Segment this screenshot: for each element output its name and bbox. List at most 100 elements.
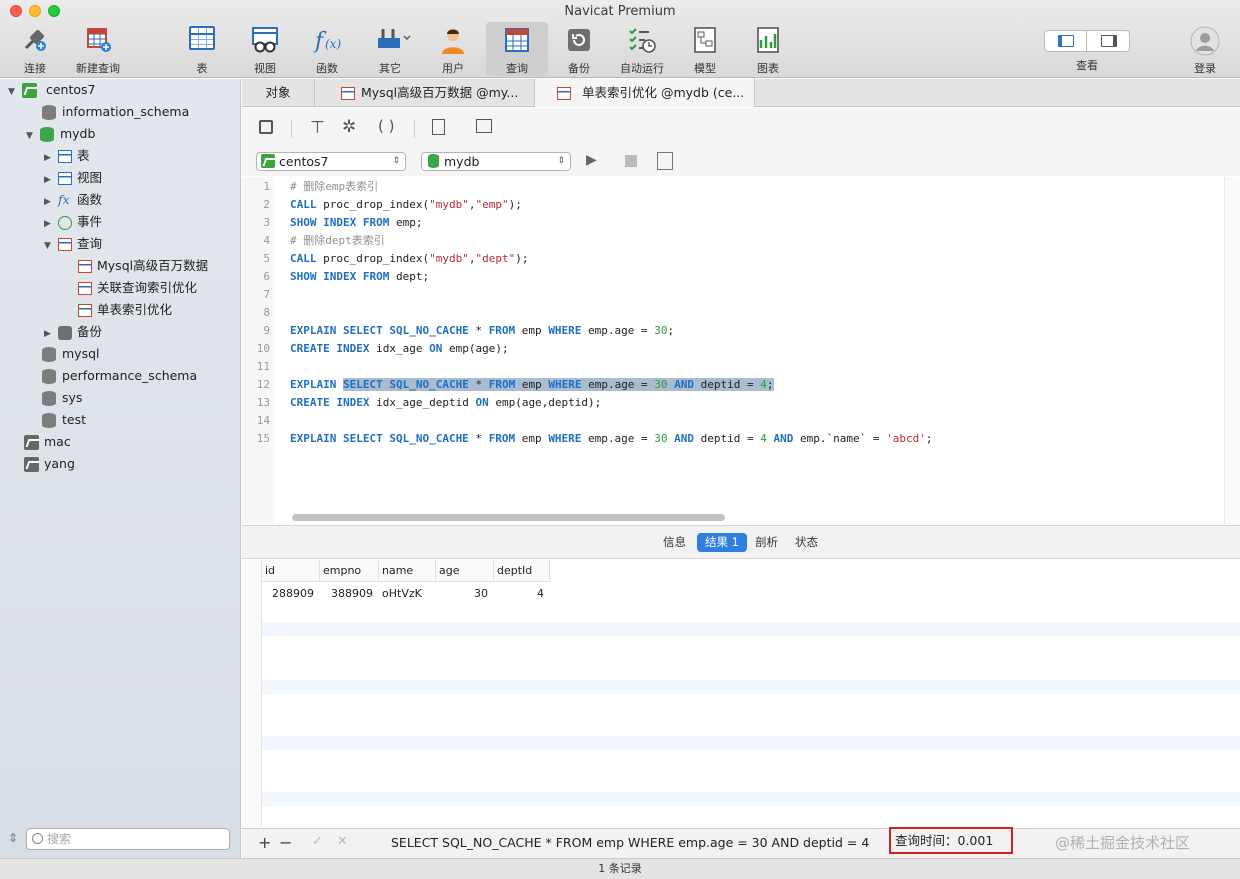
database-information-schema[interactable]: information_schema: [42, 101, 189, 123]
sidebar-search-input[interactable]: 搜索: [26, 828, 230, 850]
stop-icon[interactable]: [625, 155, 637, 167]
line-number: 8: [263, 306, 270, 319]
connection-select[interactable]: centos7 ⇕: [256, 152, 406, 171]
backup-icon: [57, 325, 72, 340]
explain-icon[interactable]: [657, 152, 673, 170]
query-icon: [78, 304, 92, 317]
column-header[interactable]: name: [379, 560, 436, 582]
table-cell[interactable]: 288909: [262, 583, 320, 605]
navigation-sidebar: ▼ centos7 information_schema ▼ mydb ▶ 表 …: [0, 79, 241, 879]
other-button[interactable]: 其它: [366, 22, 414, 76]
query-builder-icon[interactable]: ⊤: [310, 118, 325, 138]
table-cell[interactable]: 4: [494, 583, 550, 605]
mydb-tables[interactable]: ▶ 表: [44, 145, 90, 167]
new-query-button[interactable]: 新建查询: [70, 22, 126, 76]
editor-horizontal-scrollbar[interactable]: [292, 514, 725, 521]
chart-button[interactable]: 图表: [747, 22, 789, 76]
query-item[interactable]: Mysql高级百万数据: [78, 255, 208, 277]
code-line[interactable]: # 删除dept表索引: [290, 232, 385, 250]
code-line[interactable]: EXPLAIN SELECT SQL_NO_CACHE * FROM emp W…: [290, 430, 933, 448]
view-mode-toggle[interactable]: [1044, 30, 1130, 52]
discard-changes-icon[interactable]: ✕: [337, 834, 348, 849]
code-snippet-icon[interactable]: ( ): [378, 117, 394, 135]
table-cell[interactable]: oHtVzK: [379, 583, 436, 605]
apply-changes-icon[interactable]: ✓: [312, 834, 323, 849]
code-line[interactable]: CALL proc_drop_index("mydb","dept");: [290, 250, 528, 268]
code-line[interactable]: SHOW INDEX FROM dept;: [290, 268, 429, 286]
connect-button[interactable]: 连接: [10, 22, 60, 76]
database-icon: [42, 105, 56, 120]
database-select[interactable]: mydb ⇕: [421, 152, 571, 171]
row-stripe: [262, 680, 1240, 694]
query-item[interactable]: 单表索引优化: [78, 299, 172, 321]
code-line[interactable]: # 删除emp表索引: [290, 178, 378, 196]
sidebar-resize-icon[interactable]: ⇕: [8, 831, 18, 845]
tab-query-mysql[interactable]: Mysql高级百万数据 @my...: [315, 79, 535, 107]
tab-info[interactable]: 信息: [655, 533, 694, 552]
column-header[interactable]: age: [436, 560, 494, 582]
info-pane-toggle-button[interactable]: [1088, 31, 1130, 51]
code-line[interactable]: EXPLAIN SELECT SQL_NO_CACHE * FROM emp W…: [290, 376, 774, 394]
table-cell[interactable]: 30: [436, 583, 494, 605]
mydb-backups[interactable]: ▶ 备份: [44, 321, 102, 343]
database-performance-schema[interactable]: performance_schema: [42, 365, 197, 387]
tab-profile[interactable]: 剖析: [747, 533, 786, 552]
save-icon[interactable]: [259, 120, 273, 134]
query-button[interactable]: 查询: [486, 22, 548, 76]
column-header[interactable]: id: [262, 560, 320, 582]
connection-yang[interactable]: yang: [24, 453, 75, 475]
tab-objects[interactable]: 对象: [242, 79, 315, 107]
code-line[interactable]: SHOW INDEX FROM emp;: [290, 214, 422, 232]
add-record-icon[interactable]: +: [258, 833, 271, 852]
tab-result-1[interactable]: 结果 1: [697, 533, 747, 552]
view-button[interactable]: 视图: [244, 22, 286, 76]
function-button[interactable]: f (x) 函数: [306, 22, 348, 76]
export-result-icon[interactable]: [476, 119, 492, 133]
mydb-functions[interactable]: ▶ fx 函数: [44, 189, 102, 211]
editor-scrollbar-track[interactable]: [1224, 177, 1240, 524]
run-icon[interactable]: ▶: [586, 152, 597, 168]
table-icon: [57, 150, 72, 163]
connection-centos7[interactable]: ▼ centos7: [8, 79, 95, 101]
mydb-views[interactable]: ▶ 视图: [44, 167, 102, 189]
query-item[interactable]: 关联查询索引优化: [78, 277, 197, 299]
backup-button[interactable]: 备份: [558, 22, 600, 76]
beautify-sql-icon[interactable]: ✲: [342, 117, 356, 137]
collapsed-triangle-icon: ▶: [44, 153, 51, 163]
database-mydb[interactable]: ▼ mydb: [26, 123, 95, 145]
database-mysql[interactable]: mysql: [42, 343, 100, 365]
table-cell[interactable]: 388909: [320, 583, 379, 605]
chevron-updown-icon: ⇕: [557, 156, 565, 166]
mydb-queries[interactable]: ▼ 查询: [44, 233, 102, 255]
database-icon: [42, 391, 56, 406]
text-file-icon[interactable]: [432, 119, 445, 135]
column-header[interactable]: deptId: [494, 560, 550, 582]
login-button[interactable]: 登录: [1182, 22, 1228, 76]
sql-editor[interactable]: 1 2 3 4 5 6 7 8 9 10 11 12 13 14 15 # 删除…: [242, 177, 1224, 524]
column-header[interactable]: empno: [320, 560, 379, 582]
sidebar-toggle-button[interactable]: [1045, 31, 1087, 51]
row-stripe: [262, 736, 1240, 750]
automation-button[interactable]: 自动运行: [614, 22, 670, 76]
user-button[interactable]: 用户: [432, 22, 474, 76]
tab-query-single-index[interactable]: 单表索引优化 @mydb (ce...: [535, 79, 755, 107]
connection-mac[interactable]: mac: [24, 431, 71, 453]
delete-record-icon[interactable]: −: [279, 833, 292, 852]
expanded-triangle-icon: ▼: [44, 241, 51, 251]
model-button[interactable]: 模型: [684, 22, 726, 76]
database-test[interactable]: test: [42, 409, 86, 431]
code-line[interactable]: EXPLAIN SELECT SQL_NO_CACHE * FROM emp W…: [290, 322, 674, 340]
code-line[interactable]: CREATE INDEX idx_age ON emp(age);: [290, 340, 509, 358]
expanded-triangle-icon: ▼: [8, 87, 15, 97]
query-time: 查询时间：0.001: [889, 827, 1013, 854]
table-button[interactable]: 表: [182, 22, 222, 76]
code-line[interactable]: CALL proc_drop_index("mydb","emp");: [290, 196, 522, 214]
line-number: 4: [263, 234, 270, 247]
mydb-events[interactable]: ▶ 事件: [44, 211, 102, 233]
database-sys[interactable]: sys: [42, 387, 82, 409]
code-line[interactable]: CREATE INDEX idx_age_deptid ON emp(age,d…: [290, 394, 601, 412]
query-icon: [78, 282, 92, 295]
line-number: 3: [263, 216, 270, 229]
tab-status[interactable]: 状态: [787, 533, 826, 552]
status-bar: + − ✓ ✕ SELECT SQL_NO_CACHE * FROM emp W…: [242, 827, 1240, 858]
